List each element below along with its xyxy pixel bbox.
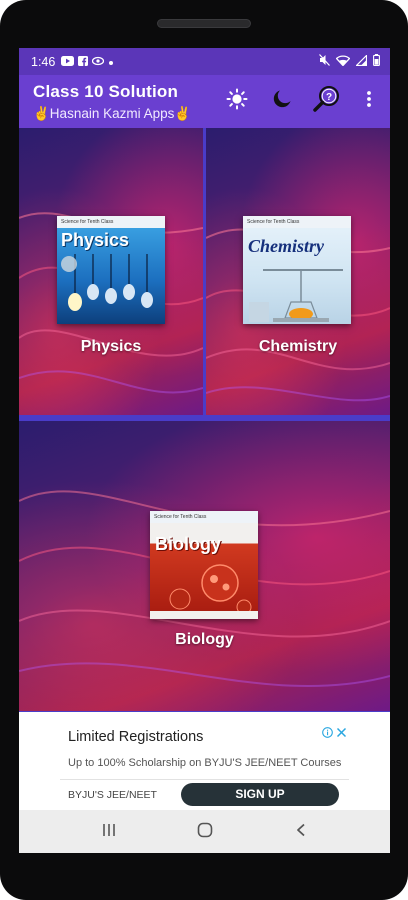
biology-book-cover: Science for Tenth Class Biology: [150, 511, 258, 619]
status-bar: 1:46: [19, 48, 390, 75]
more-options-icon: [366, 90, 372, 113]
app-subtitle: ✌Hasnain Kazmi Apps✌: [33, 106, 192, 121]
cover-title: Chemistry: [248, 236, 325, 256]
subject-label: Chemistry: [258, 338, 338, 355]
ad-badges: [322, 725, 347, 743]
battery-icon: [373, 54, 380, 69]
cover-title: Biology: [155, 534, 221, 554]
mute-icon: [319, 54, 330, 69]
recent-apps-button[interactable]: [95, 820, 123, 844]
chemistry-book-cover: Science for Tenth Class Chemistry: [243, 216, 351, 324]
cover-header: Science for Tenth Class: [57, 216, 165, 228]
subject-card-chemistry[interactable]: Science for Tenth Class Chemistry Chemis…: [206, 128, 390, 415]
back-icon: [295, 823, 307, 842]
app-title: Class 10 Solution: [33, 82, 179, 101]
speaker-grille: [157, 19, 251, 28]
light-bulbs-illustration: [61, 254, 153, 311]
svg-text:?: ?: [326, 92, 332, 103]
sign-up-button[interactable]: SIGN UP: [181, 783, 339, 806]
app-bar: Class 10 Solution ✌Hasnain Kazmi Apps✌ ?: [19, 75, 390, 128]
dot-icon: [108, 55, 114, 69]
cover-header: Science for Tenth Class: [243, 216, 351, 228]
physics-book-cover: Science for Tenth Class Physics: [57, 216, 165, 324]
subject-label: Biology: [175, 631, 234, 648]
subject-label: Physics: [80, 338, 142, 355]
brightness-icon: [226, 88, 248, 115]
youtube-icon: [61, 55, 75, 69]
recent-apps-icon: [101, 823, 117, 842]
home-icon: [197, 822, 213, 843]
brightness-button[interactable]: [222, 86, 252, 116]
wifi-icon: [335, 54, 351, 69]
ad-content: Limited Registrations Up to 100% Scholar…: [60, 719, 349, 806]
dark-mode-button[interactable]: [267, 86, 297, 116]
ad-divider: [60, 779, 349, 780]
phone-frame: 1:46 Class 10 Solution ✌Hasnain Kazmi Ap…: [0, 0, 408, 900]
ad-brand: BYJU'S JEE/NEET: [68, 789, 157, 801]
system-navigation-bar: [19, 810, 390, 853]
search-button[interactable]: ?: [312, 84, 342, 119]
search-icon: ?: [312, 84, 342, 119]
ad-banner[interactable]: Limited Registrations Up to 100% Scholar…: [19, 712, 390, 810]
more-options-button[interactable]: [354, 86, 384, 116]
subject-card-biology[interactable]: Science for Tenth Class Biology Biology: [19, 421, 390, 711]
screen: 1:46 Class 10 Solution ✌Hasnain Kazmi Ap…: [19, 48, 390, 853]
back-button[interactable]: [287, 820, 315, 844]
cast-icon: [92, 55, 105, 69]
ad-info-icon[interactable]: [322, 725, 333, 743]
ad-close-icon[interactable]: [336, 725, 347, 743]
ad-description: Up to 100% Scholarship on BYJU'S JEE/NEE…: [68, 757, 342, 769]
lab-glassware-illustration: [249, 269, 343, 322]
dark-mode-icon: [272, 89, 292, 114]
ad-title[interactable]: Limited Registrations: [68, 729, 203, 745]
subject-grid: Science for Tenth Class Physics Physics …: [19, 128, 390, 712]
signal-icon: [355, 53, 368, 69]
subject-card-physics[interactable]: Science for Tenth Class Physics Physics: [19, 128, 203, 415]
cells-illustration: [150, 564, 258, 619]
cover-title: Physics: [61, 230, 130, 250]
facebook-icon: [78, 55, 89, 69]
status-time: 1:46: [31, 54, 56, 69]
home-button[interactable]: [191, 820, 219, 844]
cover-header: Science for Tenth Class: [150, 511, 258, 523]
